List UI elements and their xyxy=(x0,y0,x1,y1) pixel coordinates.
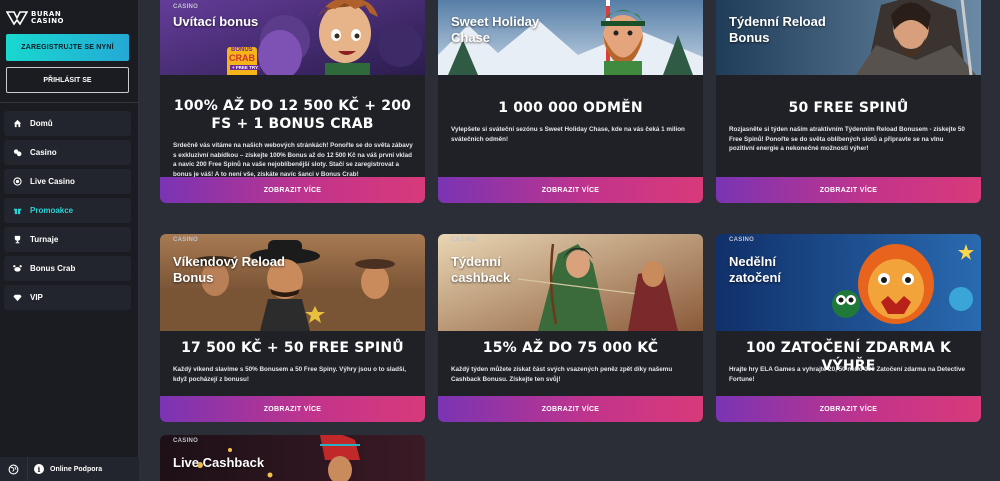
support-label: Online Podpora xyxy=(50,465,103,473)
diamond-icon xyxy=(13,293,22,302)
bonus-badge-crab: CRAB xyxy=(229,53,255,63)
promo-card-weekend-reload-bonus: Casino Víkendový Reload Bonus 17 500 KČ … xyxy=(160,234,425,422)
online-support[interactable]: i Online Podpora xyxy=(0,457,139,481)
trophy-icon xyxy=(13,235,22,244)
promo-title: Týdenní Reload Bonus xyxy=(729,14,826,45)
promo-tag: Casino xyxy=(173,4,199,10)
promo-description: Hrajte hry ELA Games a vyhrajte 20, 50 n… xyxy=(729,366,966,383)
promo-card-welcome-bonus: BONUS CRAB + FREE TRY Casino Uvítací bon… xyxy=(160,0,425,203)
promo-title: Nedělní zatočení xyxy=(729,254,782,285)
promo-description: Rozjasněte si týden naším atraktivním Tý… xyxy=(729,126,965,153)
login-button[interactable]: PŘIHLÁSIT SE xyxy=(6,67,129,93)
promo-description: Každý týden můžete získat část svých vsa… xyxy=(451,366,673,383)
promo-title: Víkendový Reload Bonus xyxy=(173,254,285,285)
promo-card-weekly-cashback: Casino Týdenní cashback 15% AŽ DO 75 000… xyxy=(438,234,703,422)
sidebar-item-tournaments[interactable]: Turnaje xyxy=(4,227,131,252)
promo-description: Vylepšete si sváteční sezónu s Sweet Hol… xyxy=(451,126,685,143)
promo-title: Uvítací bonus xyxy=(173,14,259,29)
sidebar-item-label: VIP xyxy=(30,293,43,302)
show-more-button[interactable]: ZOBRAZIT VÍCE xyxy=(438,396,703,422)
globe-icon xyxy=(8,464,19,474)
crab-icon xyxy=(13,264,22,273)
sidebar-item-home[interactable]: Domů xyxy=(4,111,131,136)
show-more-button[interactable]: ZOBRAZIT VÍCE xyxy=(716,396,981,422)
promo-card-live-cashback: Casino Live Cashback xyxy=(160,435,425,481)
promo-headline: 17 500 KČ + 50 FREE SPINŮ xyxy=(181,340,404,356)
promo-tag: Casino xyxy=(729,237,755,243)
promo-tag: Casino xyxy=(451,237,477,243)
sidebar-item-label: Turnaje xyxy=(30,235,59,244)
dice-icon xyxy=(13,148,22,157)
show-more-button[interactable]: ZOBRAZIT VÍCE xyxy=(438,177,703,203)
promo-card-sweet-holiday-chase: Sweet Holiday Chase 1 000 000 ODMĚN Vyle… xyxy=(438,0,703,203)
promo-headline: 50 FREE SPINŮ xyxy=(788,100,909,116)
home-icon xyxy=(13,119,22,128)
sidebar-nav: Domů Casino Live Casino Promoakce Turnaj… xyxy=(4,111,131,314)
promo-title: Live Cashback xyxy=(173,455,265,470)
bonus-badge-free-try: + FREE TRY xyxy=(230,65,260,70)
show-more-button[interactable]: ZOBRAZIT VÍCE xyxy=(716,177,981,203)
language-selector[interactable] xyxy=(0,457,28,481)
sidebar-divider xyxy=(0,102,139,103)
promo-headline: 1 000 000 ODMĚN xyxy=(498,100,643,116)
show-more-button[interactable]: ZOBRAZIT VÍCE xyxy=(160,396,425,422)
promo-headline: 15% AŽ DO 75 000 KČ xyxy=(482,340,659,356)
promo-image: BONUS CRAB + FREE TRY xyxy=(160,0,425,75)
sidebar-item-label: Live Casino xyxy=(30,177,75,186)
sidebar-item-vip[interactable]: VIP xyxy=(4,285,131,310)
info-icon: i xyxy=(34,464,44,474)
sidebar-item-bonus-crab[interactable]: Bonus Crab xyxy=(4,256,131,281)
promo-description: Každý víkend slavíme s 50% Bonusem a 50 … xyxy=(173,366,406,383)
promo-description: Srdečně vás vítáme na našich webových st… xyxy=(173,142,413,178)
promo-card-sunday-spins: Casino Nedělní zatočení 100 ZATOČENÍ ZDA… xyxy=(716,234,981,422)
sidebar-item-live-casino[interactable]: Live Casino xyxy=(4,169,131,194)
show-more-button[interactable]: ZOBRAZIT VÍCE xyxy=(160,177,425,203)
logo-icon xyxy=(6,11,28,26)
promo-headline: 100% AŽ DO 12 500 KČ + 200 FS + 1 BONUS … xyxy=(173,98,412,132)
gift-icon xyxy=(13,206,22,215)
promo-tag: Casino xyxy=(173,438,199,444)
live-icon xyxy=(13,177,22,186)
promo-tag: Casino xyxy=(173,237,199,243)
sidebar-item-label: Casino xyxy=(30,148,57,157)
sidebar-item-casino[interactable]: Casino xyxy=(4,140,131,165)
brand-logo[interactable]: BURAN CASINO xyxy=(6,8,64,28)
promo-card-weekly-reload-bonus: Týdenní Reload Bonus 50 FREE SPINŮ Rozja… xyxy=(716,0,981,203)
sidebar: BURAN CASINO ZAREGISTRUJTE SE NYNÍ PŘIHL… xyxy=(0,0,139,481)
sidebar-item-label: Domů xyxy=(30,119,53,128)
sidebar-item-label: Bonus Crab xyxy=(30,264,76,273)
promo-title: Týdenní cashback xyxy=(451,254,511,285)
promo-title: Sweet Holiday Chase xyxy=(451,14,540,45)
logo-text-bottom: CASINO xyxy=(31,17,65,25)
sidebar-item-promotions[interactable]: Promoakce xyxy=(4,198,131,223)
register-button[interactable]: ZAREGISTRUJTE SE NYNÍ xyxy=(6,34,129,61)
sidebar-item-label: Promoakce xyxy=(30,206,74,215)
